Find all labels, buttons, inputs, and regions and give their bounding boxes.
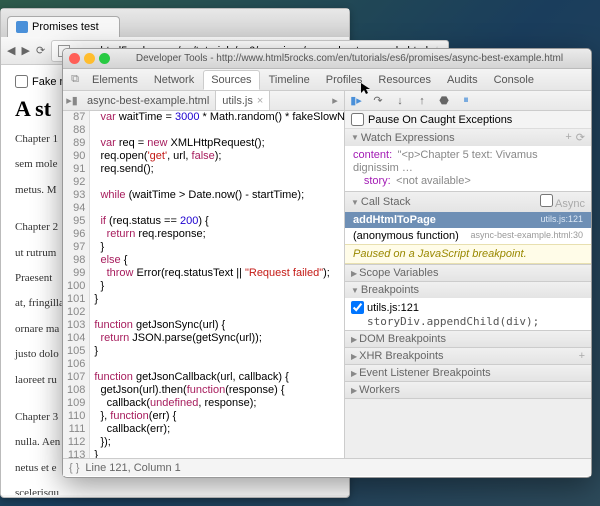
tab-title: Promises test <box>32 21 99 33</box>
paused-message: Paused on a JavaScript breakpoint. <box>345 244 591 264</box>
tab-resources[interactable]: Resources <box>371 71 438 89</box>
watch-header[interactable]: ▼Watch Expressions+⟳ <box>345 129 591 146</box>
format-icon[interactable]: { } <box>69 462 79 474</box>
callstack-row[interactable]: addHtmlToPageutils.js:121 <box>345 212 591 228</box>
event-bp-header[interactable]: ▶Event Listener Breakpoints <box>345 365 591 381</box>
close-tab-icon[interactable]: × <box>257 95 263 107</box>
editor-tabs: ▸▮ async-best-example.html utils.js× ▸ <box>63 91 344 111</box>
devtools-window: Developer Tools - http://www.html5rocks.… <box>62 48 592 478</box>
cursor-position: Line 121, Column 1 <box>85 462 180 474</box>
step-out-icon[interactable]: ↑ <box>415 95 429 107</box>
debugger-panel: ▮▸ ↷ ↓ ↑ ⬣ ⏸ Pause On Caught Exceptions … <box>345 91 591 458</box>
resume-icon[interactable]: ▮▸ <box>349 94 363 107</box>
devtools-titlebar[interactable]: Developer Tools - http://www.html5rocks.… <box>63 49 591 69</box>
favicon-icon <box>16 21 28 33</box>
browser-tabstrip: Promises test <box>1 9 349 37</box>
tab-network[interactable]: Network <box>147 71 201 89</box>
pause-on-caught[interactable]: Pause On Caught Exceptions <box>345 111 591 129</box>
step-over-icon[interactable]: ↷ <box>371 94 385 107</box>
back-button[interactable]: ◀ <box>7 41 15 61</box>
zoom-icon[interactable] <box>99 53 110 64</box>
step-into-icon[interactable]: ↓ <box>393 95 407 107</box>
tab-console[interactable]: Console <box>487 71 541 89</box>
window-title: Developer Tools - http://www.html5rocks.… <box>114 53 585 64</box>
tab-audits[interactable]: Audits <box>440 71 485 89</box>
status-bar: { } Line 121, Column 1 <box>63 458 591 476</box>
watch-body: content: "<p>Chapter 5 text: Vivamus dig… <box>345 146 591 191</box>
reload-button[interactable]: ⟳ <box>36 41 45 61</box>
dom-bp-header[interactable]: ▶DOM Breakpoints <box>345 331 591 347</box>
editor-tab[interactable]: async-best-example.html <box>81 91 216 110</box>
bp-checkbox[interactable] <box>351 301 364 314</box>
code-lines: var waitTime = 3000 * Math.random() * fa… <box>90 111 344 458</box>
source-editor: ▸▮ async-best-example.html utils.js× ▸ 8… <box>63 91 345 458</box>
callstack-row[interactable]: (anonymous function)async-best-example.h… <box>345 228 591 244</box>
tab-profiles[interactable]: Profiles <box>319 71 370 89</box>
tab-timeline[interactable]: Timeline <box>262 71 317 89</box>
add-watch-icon[interactable]: + <box>565 131 571 144</box>
pause-caught-checkbox[interactable] <box>351 113 364 126</box>
tab-sources[interactable]: Sources <box>203 70 259 90</box>
line-gutter: 8788899091929394959697989910010110210310… <box>63 111 90 458</box>
callstack-header[interactable]: ▼Call Stack Async <box>345 192 591 212</box>
debugger-toolbar: ▮▸ ↷ ↓ ↑ ⬣ ⏸ <box>345 91 591 111</box>
breakpoint-row[interactable]: utils.js:121 <box>351 300 585 315</box>
forward-button[interactable]: ▶ <box>21 41 29 61</box>
workers-header[interactable]: ▶Workers <box>345 382 591 398</box>
async-checkbox[interactable]: Async <box>540 194 585 210</box>
navigator-icon[interactable]: ▸▮ <box>63 94 81 107</box>
xhr-bp-header[interactable]: ▶XHR Breakpoints+ <box>345 348 591 364</box>
inspect-icon[interactable]: ⧉ <box>67 73 83 86</box>
close-icon[interactable] <box>69 53 80 64</box>
breakpoints-header[interactable]: ▼Breakpoints <box>345 282 591 298</box>
devtools-tabs: ⧉ Elements Network Sources Timeline Prof… <box>63 69 591 91</box>
tab-elements[interactable]: Elements <box>85 71 145 89</box>
browser-tab[interactable]: Promises test <box>7 16 120 37</box>
more-icon[interactable]: ▸ <box>326 94 344 107</box>
scope-header[interactable]: ▶Scope Variables <box>345 265 591 281</box>
code-area[interactable]: 8788899091929394959697989910010110210310… <box>63 111 344 458</box>
pause-exception-icon[interactable]: ⏸ <box>459 94 473 107</box>
deactivate-bp-icon[interactable]: ⬣ <box>437 94 451 107</box>
add-xhr-bp-icon[interactable]: + <box>579 350 585 362</box>
editor-tab[interactable]: utils.js× <box>216 91 270 110</box>
refresh-watch-icon[interactable]: ⟳ <box>576 131 585 144</box>
minimize-icon[interactable] <box>84 53 95 64</box>
